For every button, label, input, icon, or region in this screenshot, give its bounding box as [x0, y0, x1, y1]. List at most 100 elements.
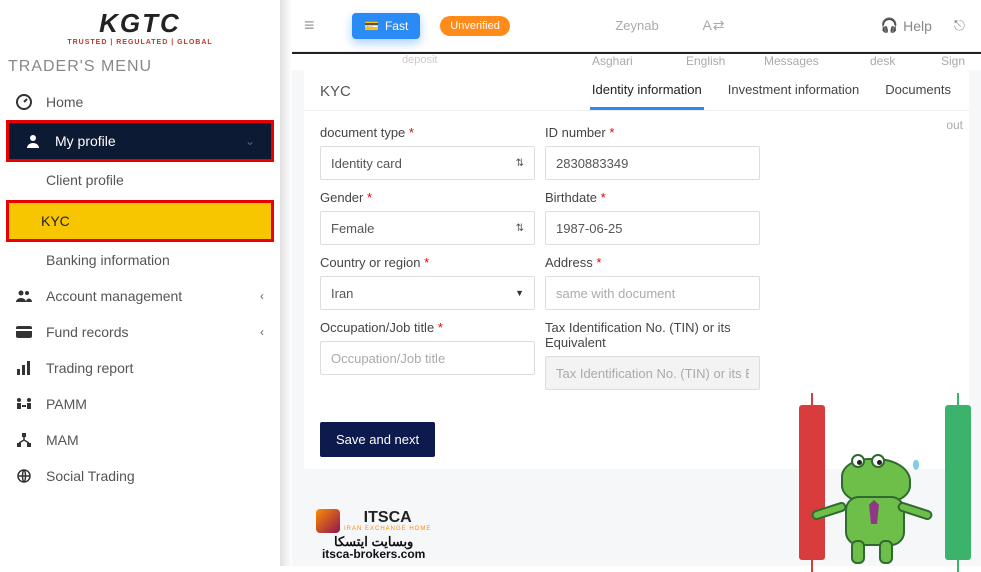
language-icon[interactable]: A⇄ [684, 17, 744, 34]
messages-label: Messages [764, 54, 819, 68]
menu-title: TRADER'S MENU [0, 50, 280, 84]
input-id-number[interactable] [545, 146, 760, 180]
sidebar-item-fund-records[interactable]: Fund records ‹ [0, 314, 280, 350]
select-document-type[interactable]: Identity card ⇅ [320, 146, 535, 180]
logo: KGTC TRUSTED | REGULATED | GLOBAL [0, 0, 280, 50]
divider [280, 0, 292, 566]
sidebar-item-label: Fund records [46, 324, 128, 340]
fast-deposit-button[interactable]: 💳 Fast [352, 13, 420, 39]
topbar: ≡ 💳 Fast Unverified Zeynab A⇄ 🔔 3 🎧 Help… [292, 0, 981, 52]
label-tin: Tax Identification No. (TIN) or its Equi… [545, 320, 760, 350]
candlestick-green [945, 405, 971, 560]
help-link[interactable]: 🎧 Help [881, 17, 932, 34]
sidebar-item-label: Home [46, 94, 83, 110]
sidebar-item-label: MAM [46, 432, 79, 448]
card-icon [14, 324, 34, 340]
sidebar-item-home[interactable]: Home [0, 84, 280, 120]
sidebar: KGTC TRUSTED | REGULATED | GLOBAL TRADER… [0, 0, 280, 566]
chart-icon [14, 360, 34, 376]
save-and-next-button[interactable]: Save and next [320, 422, 435, 457]
card-icon: 💳 [364, 19, 379, 33]
sidebar-item-label: PAMM [46, 396, 87, 412]
sidebar-item-label: Trading report [46, 360, 133, 376]
card-title: KYC [320, 83, 351, 110]
logo-tagline: TRUSTED | REGULATED | GLOBAL [0, 39, 280, 46]
fast-sub: deposit [402, 54, 437, 66]
tab-identity[interactable]: Identity information [590, 82, 704, 110]
highlight-kyc: KYC [6, 200, 274, 242]
sub-topbar: deposit Asghari English Messages desk Si… [292, 52, 981, 70]
label-address: Address * [545, 255, 760, 270]
field-gender: Gender * Female ⇅ [320, 190, 535, 245]
updown-icon: ⇅ [516, 158, 524, 169]
sidebar-item-label: Client profile [46, 172, 124, 188]
sign-out-icon[interactable]: ⎋ [954, 17, 965, 34]
sidebar-item-pamm[interactable]: PAMM [0, 386, 280, 422]
label-gender: Gender * [320, 190, 535, 205]
input-tin[interactable] [545, 356, 760, 390]
crocodile-icon [831, 458, 931, 558]
field-tin: Tax Identification No. (TIN) or its Equi… [545, 320, 760, 390]
headset-icon: 🎧 [881, 17, 898, 34]
sidebar-item-label: KYC [41, 213, 70, 229]
select-gender[interactable]: Female ⇅ [320, 211, 535, 245]
select-value: Identity card [331, 156, 402, 171]
menu-toggle-icon[interactable]: ≡ [304, 15, 324, 36]
label-country: Country or region * [320, 255, 535, 270]
field-country: Country or region * Iran ▼ [320, 255, 535, 310]
out-label: out [946, 118, 963, 132]
sidebar-item-account-mgmt[interactable]: Account management ‹ [0, 278, 280, 314]
watermark-sub: IRAN EXCHANGE HOME [344, 526, 431, 532]
sidebar-item-my-profile[interactable]: My profile ⌄ [9, 123, 271, 159]
input-occupation[interactable] [320, 341, 535, 375]
sidebar-item-banking[interactable]: Banking information [0, 242, 280, 278]
input-birthdate[interactable] [545, 211, 760, 245]
logo-text: KGTC [99, 8, 181, 38]
field-birthdate: Birthdate * [545, 190, 760, 245]
sidebar-item-label: Social Trading [46, 468, 135, 484]
chevron-left-icon: ‹ [260, 325, 264, 339]
form: document type * Identity card ⇅ ID numbe… [304, 111, 969, 410]
select-country[interactable]: Iran ▼ [320, 276, 535, 310]
select-value: Female [331, 221, 374, 236]
watermark: ITSCA IRAN EXCHANGE HOME وبسایت ایتسکا i… [316, 509, 431, 560]
pamm-icon [14, 396, 34, 412]
field-address: Address * [545, 255, 760, 310]
sidebar-item-label: Account management [46, 288, 182, 304]
network-icon [14, 432, 34, 448]
field-occupation: Occupation/Job title * [320, 320, 535, 390]
card-header: KYC Identity information Investment info… [304, 70, 969, 111]
sidebar-item-client-profile[interactable]: Client profile [0, 162, 280, 198]
tab-documents[interactable]: Documents [883, 82, 953, 110]
help-sub: desk [870, 54, 895, 68]
sidebar-item-kyc[interactable]: KYC [9, 203, 271, 239]
chevron-left-icon: ‹ [260, 289, 264, 303]
user-last-name: Asghari [592, 54, 633, 68]
candlestick-red [799, 405, 825, 560]
field-id-number: ID number * [545, 125, 760, 180]
unverified-badge: Unverified [440, 16, 510, 36]
tabs: Identity information Investment informat… [590, 82, 953, 110]
fast-label: Fast [385, 19, 408, 33]
sidebar-item-social-trading[interactable]: Social Trading [0, 458, 280, 494]
field-document-type: document type * Identity card ⇅ [320, 125, 535, 180]
watermark-url: itsca-brokers.com [316, 548, 431, 560]
sign-label: Sign [941, 54, 965, 68]
users-icon [14, 288, 34, 304]
mascot-illustration [793, 376, 973, 566]
highlight-my-profile: My profile ⌄ [6, 120, 274, 162]
dashboard-icon [14, 94, 34, 110]
label-document-type: document type * [320, 125, 535, 140]
sidebar-item-mam[interactable]: MAM [0, 422, 280, 458]
user-icon [23, 133, 43, 149]
lang-label: English [686, 54, 725, 68]
watermark-logo-icon [316, 509, 340, 533]
label-id-number: ID number * [545, 125, 760, 140]
user-first-name[interactable]: Zeynab [602, 18, 672, 33]
tab-investment[interactable]: Investment information [726, 82, 862, 110]
select-value: Iran [331, 286, 353, 301]
chevron-down-icon: ⌄ [245, 134, 255, 148]
sidebar-item-trading-report[interactable]: Trading report [0, 350, 280, 386]
label-occupation: Occupation/Job title * [320, 320, 535, 335]
input-address[interactable] [545, 276, 760, 310]
